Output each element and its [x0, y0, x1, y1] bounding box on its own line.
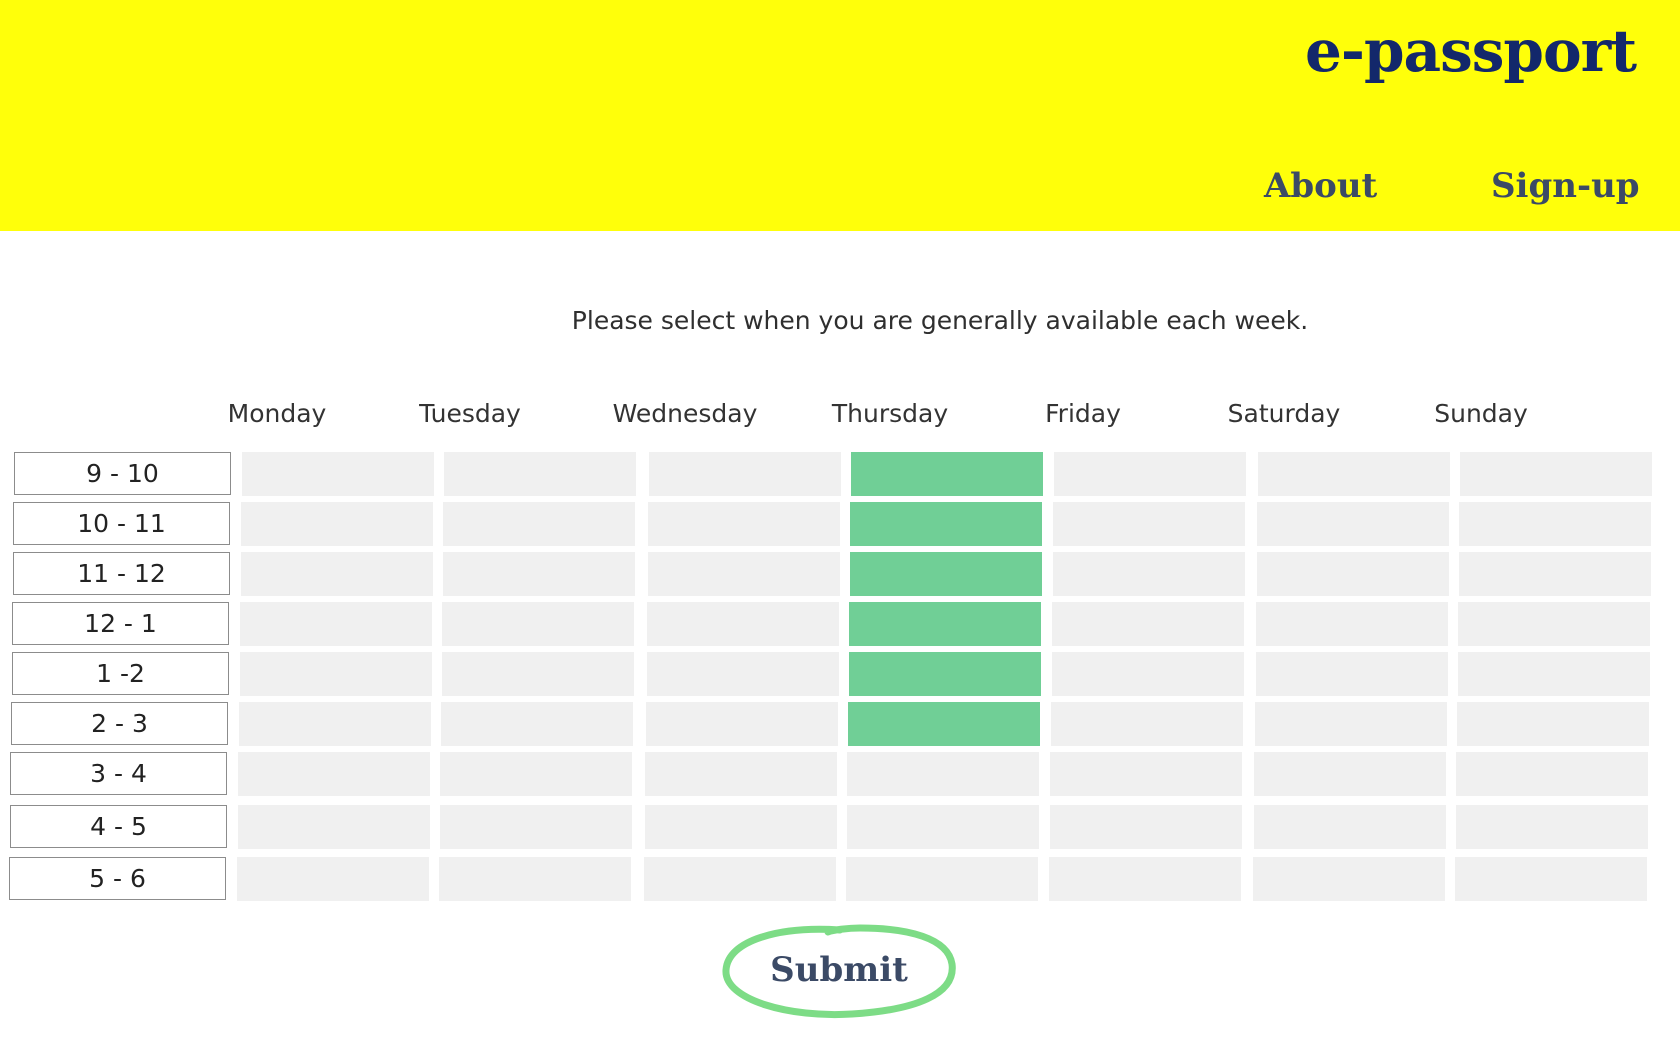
time-slot-label[interactable]: 3 - 4 — [10, 752, 227, 795]
availability-cell-tuesday[interactable] — [440, 805, 632, 849]
availability-cell-saturday[interactable] — [1256, 652, 1448, 696]
availability-cell-thursday[interactable] — [848, 702, 1040, 746]
availability-cell-thursday[interactable] — [847, 752, 1039, 796]
availability-cell-wednesday[interactable] — [645, 752, 837, 796]
availability-cell-monday[interactable] — [237, 857, 429, 901]
availability-cell-thursday[interactable] — [850, 502, 1042, 546]
availability-cell-monday[interactable] — [242, 452, 434, 496]
availability-cell-tuesday[interactable] — [442, 602, 634, 646]
availability-cell-wednesday[interactable] — [644, 857, 836, 901]
availability-cell-sunday[interactable] — [1456, 752, 1648, 796]
availability-cell-wednesday[interactable] — [648, 502, 840, 546]
submit-area: Submit — [720, 920, 958, 1020]
availability-cell-tuesday[interactable] — [440, 752, 632, 796]
availability-cell-sunday[interactable] — [1460, 452, 1652, 496]
time-slot-label[interactable]: 5 - 6 — [9, 857, 226, 900]
availability-cell-saturday[interactable] — [1257, 502, 1449, 546]
availability-cell-friday[interactable] — [1050, 805, 1242, 849]
availability-cell-friday[interactable] — [1052, 652, 1244, 696]
availability-cell-monday[interactable] — [240, 652, 432, 696]
availability-cell-wednesday[interactable] — [645, 805, 837, 849]
availability-cell-tuesday[interactable] — [443, 552, 635, 596]
availability-prompt-text: Please select when you are generally ava… — [571, 306, 1309, 335]
availability-cell-tuesday[interactable] — [442, 652, 634, 696]
availability-prompt: Please select when you are generally ava… — [0, 306, 1680, 335]
availability-cell-sunday[interactable] — [1459, 552, 1651, 596]
day-header-thursday: Thursday — [831, 399, 949, 428]
time-slot-label[interactable]: 11 - 12 — [13, 552, 230, 595]
time-slot-label[interactable]: 2 - 3 — [11, 702, 228, 745]
availability-cell-sunday[interactable] — [1455, 857, 1647, 901]
day-header-tuesday: Tuesday — [419, 399, 521, 428]
availability-cell-monday[interactable] — [238, 752, 430, 796]
availability-cell-wednesday[interactable] — [649, 452, 841, 496]
availability-cell-friday[interactable] — [1052, 602, 1244, 646]
availability-cell-thursday[interactable] — [849, 602, 1041, 646]
availability-cell-monday[interactable] — [241, 502, 433, 546]
availability-cell-monday[interactable] — [241, 552, 433, 596]
availability-cell-saturday[interactable] — [1258, 452, 1450, 496]
availability-cell-thursday[interactable] — [846, 857, 1038, 901]
availability-cell-sunday[interactable] — [1456, 805, 1648, 849]
availability-cell-tuesday[interactable] — [443, 502, 635, 546]
availability-cell-saturday[interactable] — [1255, 702, 1447, 746]
time-slot-label[interactable]: 12 - 1 — [12, 602, 229, 645]
availability-cell-friday[interactable] — [1050, 752, 1242, 796]
availability-cell-friday[interactable] — [1054, 452, 1246, 496]
nav-about-link[interactable]: About — [1264, 162, 1377, 210]
submit-button[interactable]: Submit — [720, 920, 958, 1020]
availability-cell-wednesday[interactable] — [647, 602, 839, 646]
availability-cell-thursday[interactable] — [849, 652, 1041, 696]
availability-cell-thursday[interactable] — [847, 805, 1039, 849]
availability-cell-thursday[interactable] — [851, 452, 1043, 496]
availability-cell-sunday[interactable] — [1458, 652, 1650, 696]
availability-cell-wednesday[interactable] — [648, 552, 840, 596]
day-header-wednesday: Wednesday — [612, 399, 758, 428]
availability-cell-wednesday[interactable] — [647, 652, 839, 696]
availability-cell-monday[interactable] — [238, 805, 430, 849]
availability-cell-monday[interactable] — [240, 602, 432, 646]
time-slot-label[interactable]: 10 - 11 — [13, 502, 230, 545]
availability-cell-sunday[interactable] — [1459, 502, 1651, 546]
availability-cell-monday[interactable] — [239, 702, 431, 746]
time-slot-label[interactable]: 1 -2 — [12, 652, 229, 695]
availability-cell-saturday[interactable] — [1253, 857, 1445, 901]
availability-cell-sunday[interactable] — [1457, 702, 1649, 746]
time-slot-label[interactable]: 4 - 5 — [10, 805, 227, 848]
time-slot-label[interactable]: 9 - 10 — [14, 452, 231, 495]
day-header-sunday: Sunday — [1434, 399, 1528, 428]
availability-cell-friday[interactable] — [1053, 502, 1245, 546]
site-header: e-passport About Sign-up — [0, 0, 1680, 231]
availability-cell-friday[interactable] — [1049, 857, 1241, 901]
nav-signup-link[interactable]: Sign-up — [1491, 162, 1640, 210]
availability-cell-saturday[interactable] — [1256, 602, 1448, 646]
availability-cell-friday[interactable] — [1053, 552, 1245, 596]
availability-cell-tuesday[interactable] — [444, 452, 636, 496]
day-header-saturday: Saturday — [1227, 399, 1341, 428]
day-header-monday: Monday — [227, 399, 327, 428]
availability-cell-friday[interactable] — [1051, 702, 1243, 746]
availability-cell-thursday[interactable] — [850, 552, 1042, 596]
availability-cell-saturday[interactable] — [1254, 752, 1446, 796]
day-header-friday: Friday — [1045, 399, 1121, 428]
availability-cell-saturday[interactable] — [1254, 805, 1446, 849]
availability-cell-tuesday[interactable] — [439, 857, 631, 901]
availability-cell-sunday[interactable] — [1458, 602, 1650, 646]
availability-cell-wednesday[interactable] — [646, 702, 838, 746]
brand-logo[interactable]: e-passport — [1305, 14, 1637, 88]
availability-cell-saturday[interactable] — [1257, 552, 1449, 596]
availability-cell-tuesday[interactable] — [441, 702, 633, 746]
